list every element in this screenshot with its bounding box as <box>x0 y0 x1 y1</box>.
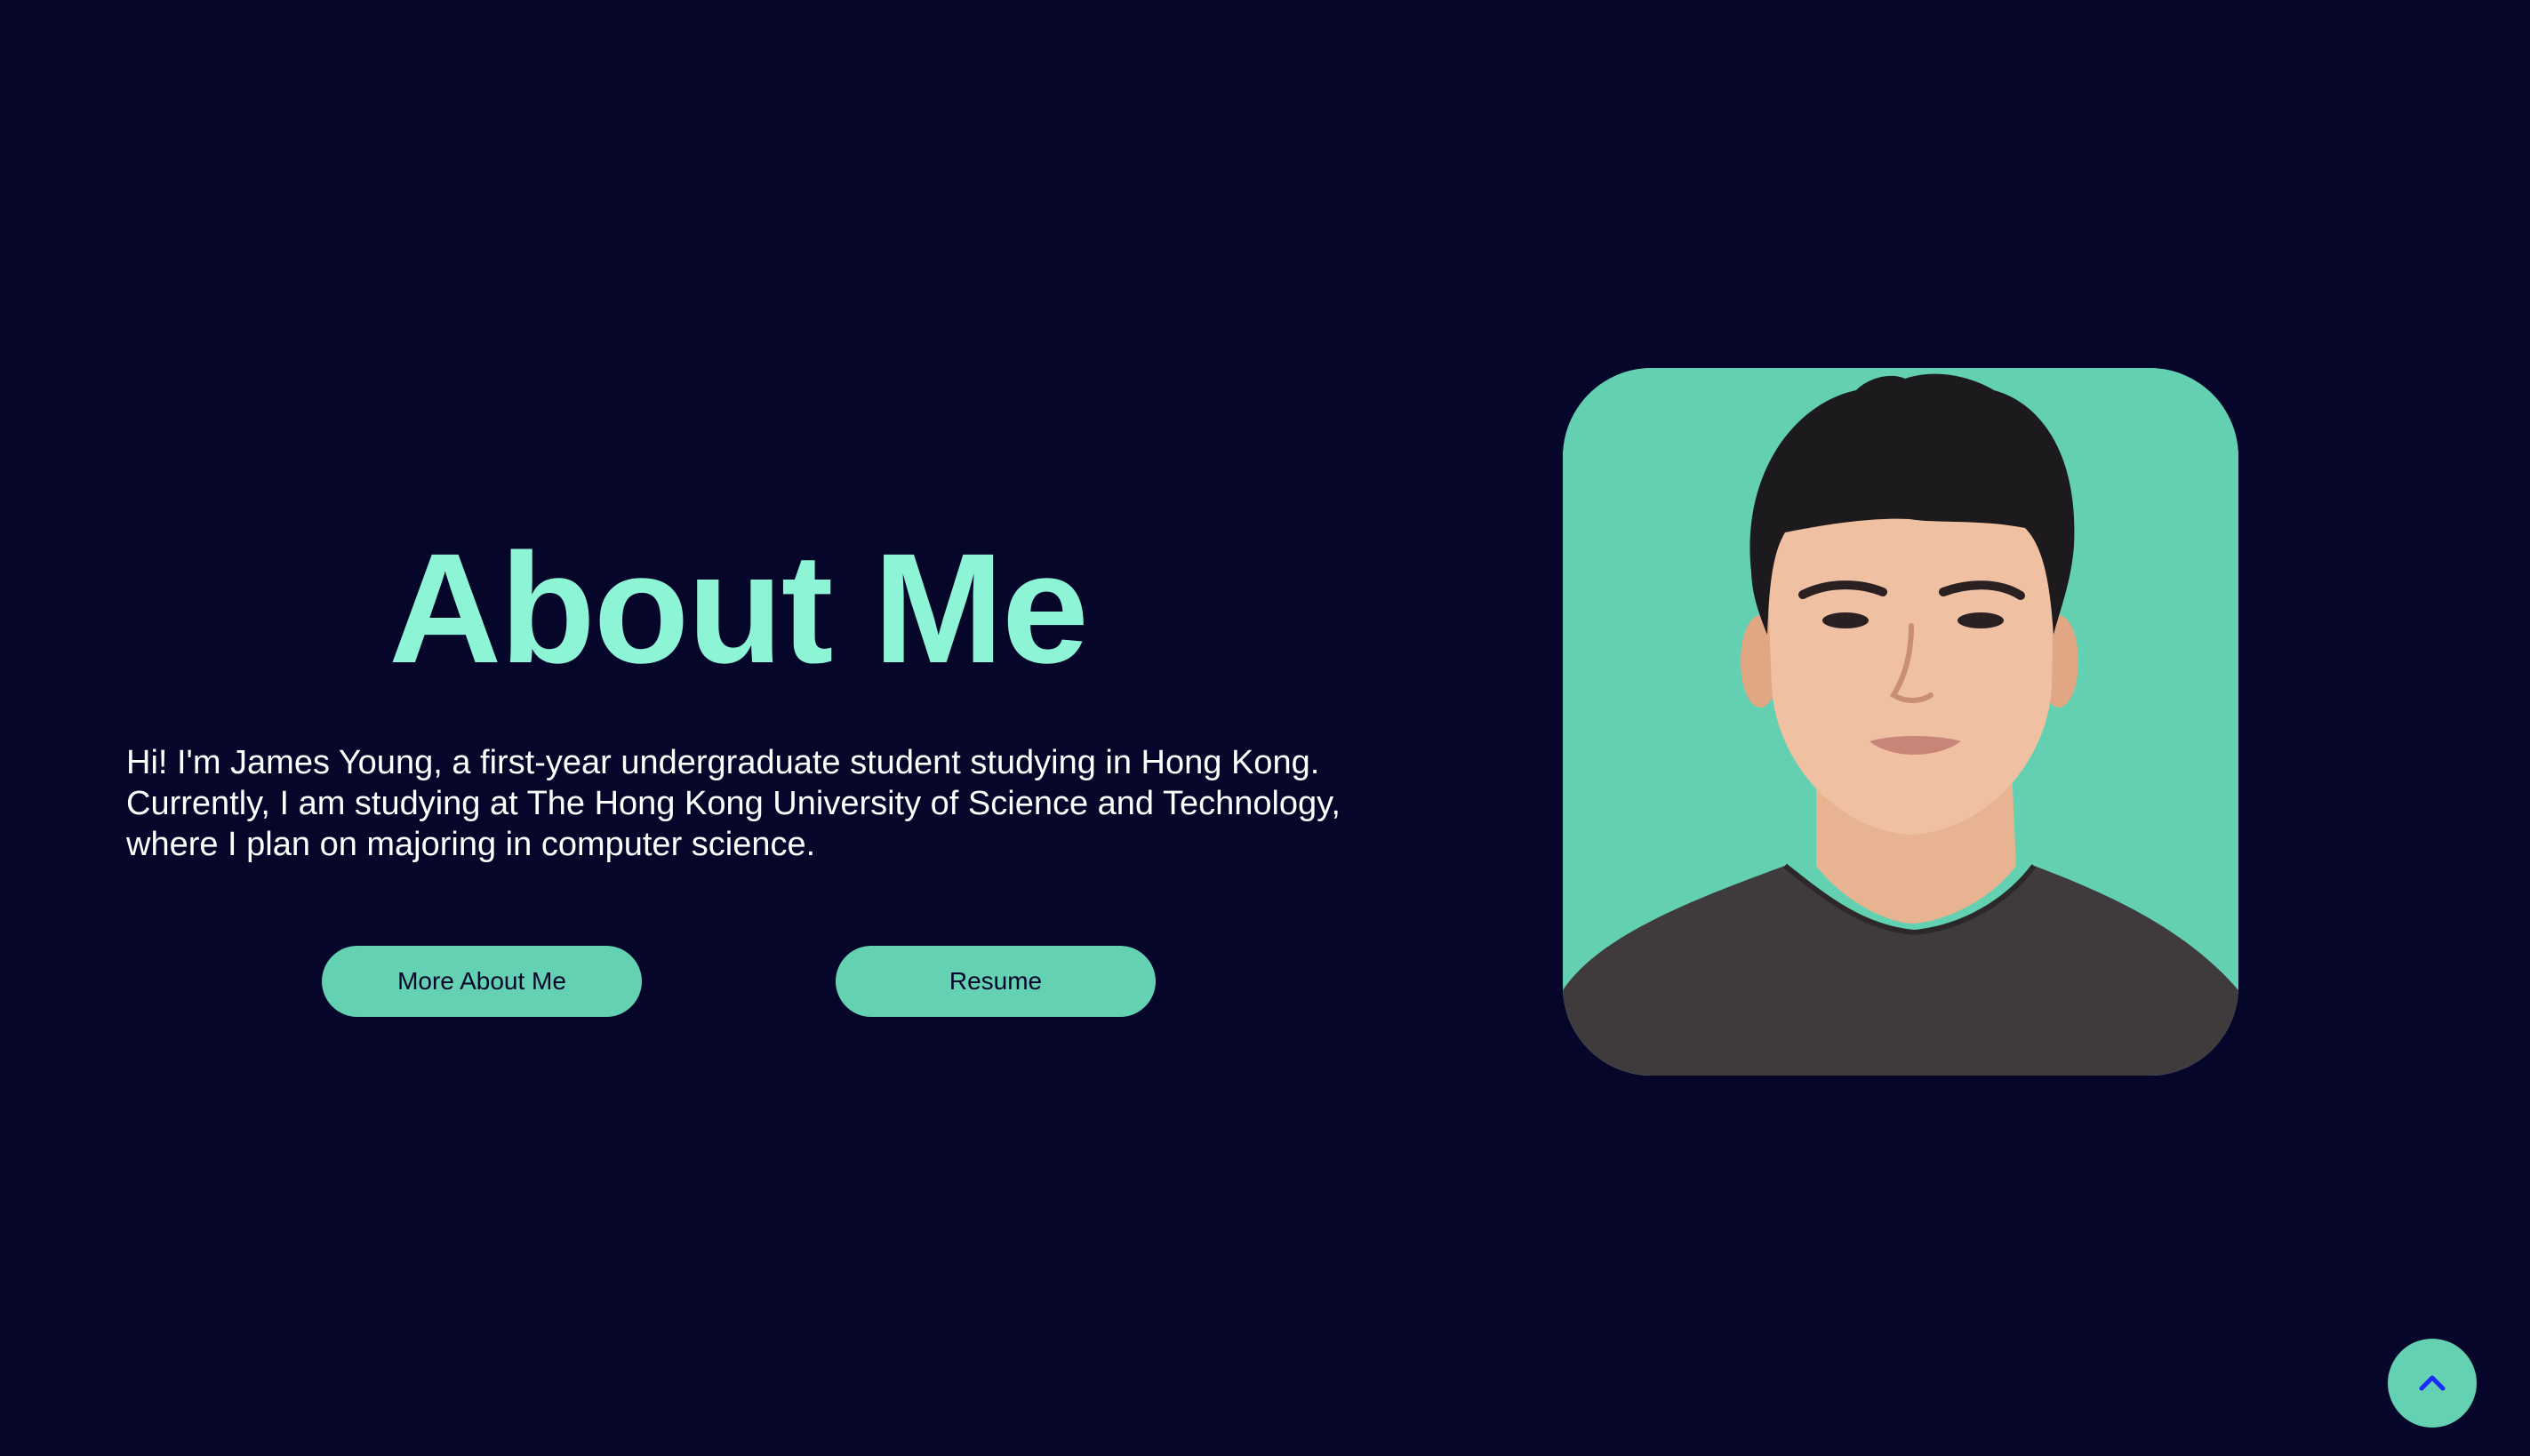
profile-photo <box>1563 368 2238 1076</box>
page-title: About Me <box>388 522 1089 696</box>
more-about-me-button[interactable]: More About Me <box>322 946 642 1017</box>
resume-button[interactable]: Resume <box>836 946 1156 1017</box>
scroll-to-top-button[interactable] <box>2388 1339 2477 1428</box>
about-description: Hi! I'm James Young, a first-year underg… <box>126 744 1341 863</box>
portrait-illustration <box>1563 368 2238 1076</box>
about-section: About Me Hi! I'm James Young, a first-ye… <box>0 0 2530 1456</box>
chevron-up-icon <box>2419 1375 2446 1391</box>
